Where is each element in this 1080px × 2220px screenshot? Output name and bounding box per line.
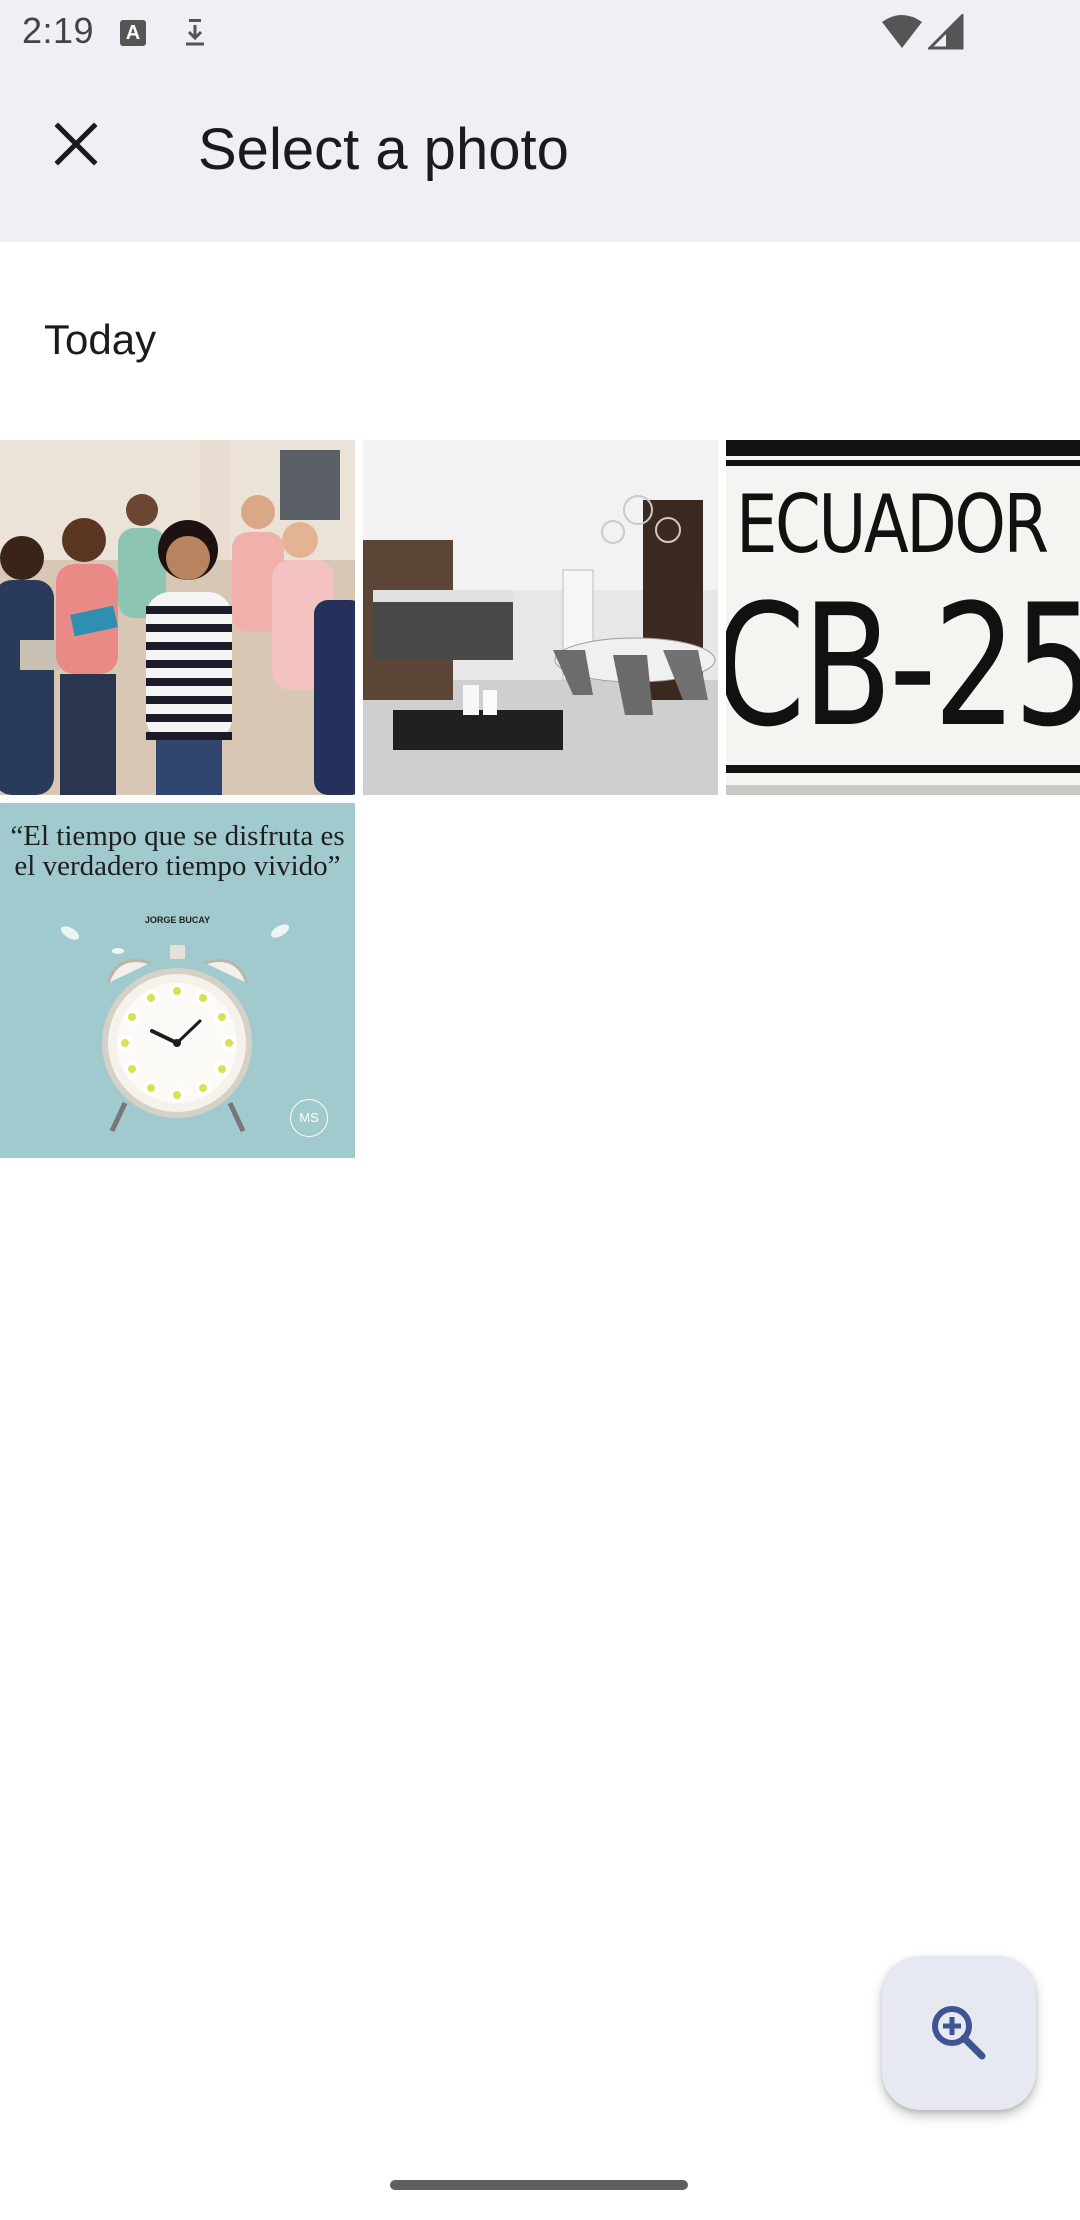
cell-signal-icon <box>928 14 964 50</box>
people-group-image <box>0 440 355 795</box>
text-input-icon: A <box>120 20 146 46</box>
quote-author: JORGE BUCAY <box>144 915 211 925</box>
close-icon <box>54 122 98 166</box>
photo-thumbnail-people[interactable] <box>0 440 355 795</box>
quote-text: “El tiempo que se disfruta es el verdade… <box>10 820 345 882</box>
photo-thumbnail-interior[interactable] <box>363 440 718 795</box>
zoom-button[interactable] <box>882 1956 1036 2110</box>
plate-country-text: ECUADOR <box>736 478 1049 571</box>
download-icon <box>186 19 204 46</box>
photo-thumbnail-license-plate[interactable]: ECUADOR CB-25 <box>726 440 1080 795</box>
plate-number-text: CB-25 <box>726 568 1080 764</box>
wifi-icon <box>882 15 922 48</box>
home-gesture-bar[interactable] <box>390 2180 688 2190</box>
interior-image <box>363 440 718 795</box>
watermark-badge: MS <box>290 1099 328 1137</box>
photo-thumbnail-quote[interactable]: “El tiempo que se disfruta es el verdade… <box>0 803 355 1158</box>
section-header-today: Today <box>44 316 157 363</box>
status-time: 2:19 <box>22 10 95 51</box>
status-bar: 2:19 A <box>0 0 1080 64</box>
close-button[interactable] <box>36 104 116 184</box>
zoom-in-icon <box>932 2006 986 2060</box>
app-bar: Select a photo <box>0 64 1080 242</box>
photo-picker-screen: 2:19 A Select a photo Today ECUADOR CB-2… <box>0 0 1080 2220</box>
page-title: Select a photo <box>198 117 569 182</box>
